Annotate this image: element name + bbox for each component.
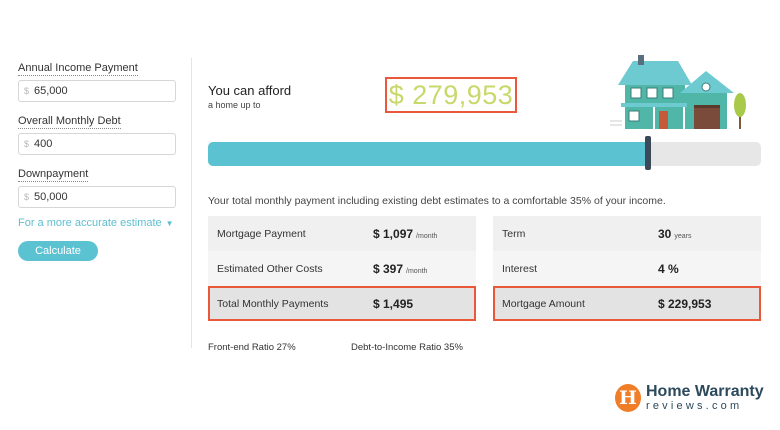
currency-symbol: $ <box>24 192 30 202</box>
term-label: Term <box>502 227 526 240</box>
payments-table: Mortgage Payment $ 1,097/month Estimated… <box>208 216 476 321</box>
table-row: Total Monthly Payments $ 1,495 <box>208 286 476 321</box>
afford-subtitle: a home up to <box>208 100 261 110</box>
table-row: Mortgage Payment $ 1,097/month <box>208 216 476 251</box>
other-costs-value: $ 397/month <box>373 262 427 276</box>
caret-down-icon[interactable]: ▼ <box>166 219 174 228</box>
debt-to-income-ratio: Debt-to-Income Ratio 35% <box>351 342 463 353</box>
logo-text: Home Warranty reviews.com <box>646 384 764 412</box>
total-monthly-label: Total Monthly Payments <box>217 297 329 310</box>
currency-symbol: $ <box>24 86 30 96</box>
logo-subtitle: reviews.com <box>646 400 743 412</box>
table-row: Interest 4 % <box>493 251 761 286</box>
debt-input[interactable]: $ 400 <box>18 133 176 155</box>
per-month-unit: /month <box>416 232 438 240</box>
home-warranty-logo: H Home Warranty reviews.com <box>615 384 764 412</box>
house-illustration <box>608 55 753 133</box>
term-amount: 30 <box>658 226 672 241</box>
mortgage-payment-value: $ 1,097/month <box>373 227 437 241</box>
mortgage-amount-label: Mortgage Amount <box>502 297 585 310</box>
calculate-button[interactable]: Calculate <box>18 241 98 261</box>
mortgage-form: Annual Income Payment $ 65,000 Overall M… <box>18 58 180 261</box>
front-end-ratio: Front-end Ratio 27% <box>208 342 296 353</box>
income-input[interactable]: $ 65,000 <box>18 80 176 102</box>
term-value: 30 years <box>658 227 691 241</box>
accurate-estimate-link[interactable]: For a more accurate estimate ▼ <box>18 217 180 229</box>
debt-value[interactable]: 400 <box>34 138 52 150</box>
mortgage-amount-value: $ 229,953 <box>658 296 712 311</box>
total-monthly-value: $ 1,495 <box>373 296 414 311</box>
income-label: Annual Income Payment <box>18 62 138 76</box>
income-value[interactable]: 65,000 <box>34 85 68 97</box>
debt-label: Overall Monthly Debt <box>18 115 121 129</box>
accurate-estimate-label[interactable]: For a more accurate estimate <box>18 217 162 229</box>
table-row: Mortgage Amount $ 229,953 <box>493 286 761 321</box>
table-row: Term 30 years <box>493 216 761 251</box>
mortgage-payment-amount: $ 1,097 <box>373 226 414 241</box>
interest-value: 4 % <box>658 261 679 276</box>
afford-slider-fill <box>208 142 648 166</box>
other-costs-amount: $ 397 <box>373 261 404 276</box>
vertical-divider <box>191 58 192 348</box>
afford-slider-track[interactable] <box>208 142 761 166</box>
afford-title: You can afford <box>208 83 292 98</box>
logo-badge: H <box>615 384 641 412</box>
afford-price: $ 279,953 <box>388 79 514 110</box>
mortgage-payment-label: Mortgage Payment <box>217 227 306 240</box>
other-costs-label: Estimated Other Costs <box>217 262 323 275</box>
downpayment-input[interactable]: $ 50,000 <box>18 186 176 208</box>
loan-table: Term 30 years Interest 4 % Mortgage Amoun… <box>493 216 761 321</box>
downpayment-label: Downpayment <box>18 168 89 182</box>
afford-slider-handle[interactable] <box>645 136 651 170</box>
downpayment-value[interactable]: 50,000 <box>34 191 68 203</box>
currency-symbol: $ <box>24 139 30 149</box>
per-month-unit: /month <box>406 267 428 275</box>
interest-label: Interest <box>502 262 538 275</box>
logo-name: Home Warranty <box>646 383 764 400</box>
table-row: Estimated Other Costs $ 397/month <box>208 251 476 286</box>
summary-text: Your total monthly payment including exi… <box>208 195 666 207</box>
years-unit: years <box>674 232 692 240</box>
afford-price-box: $ 279,953 <box>385 77 517 113</box>
